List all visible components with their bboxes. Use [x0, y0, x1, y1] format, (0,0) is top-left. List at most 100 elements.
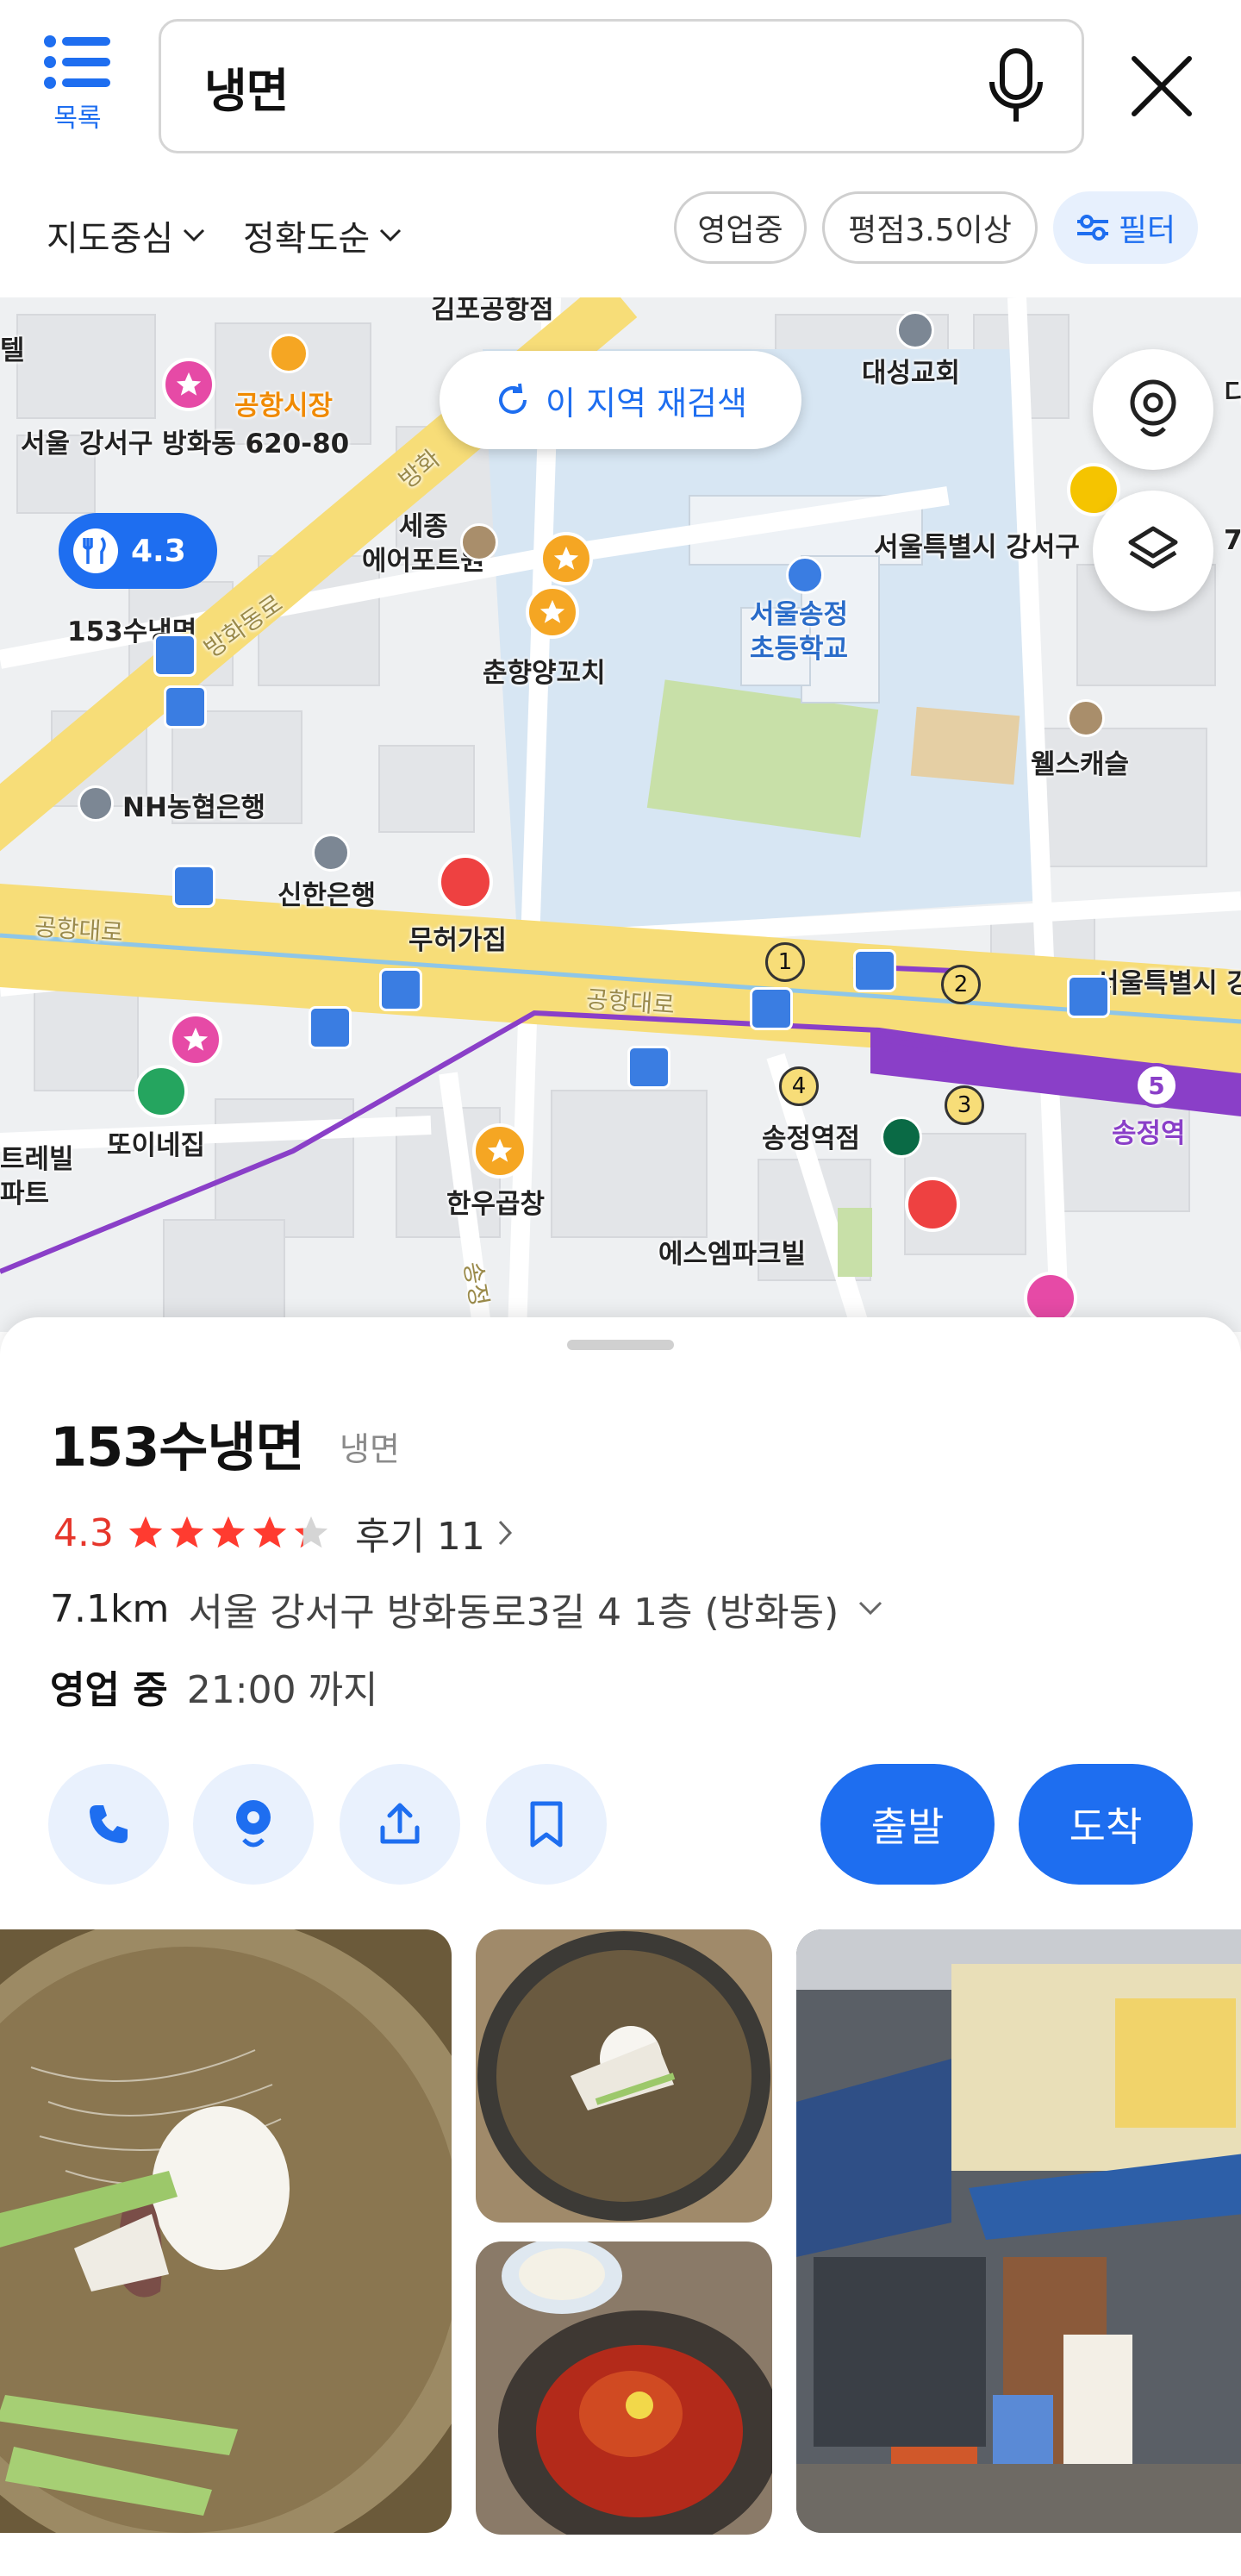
- open-status: 영업 중: [50, 1668, 168, 1712]
- map-center-dropdown[interactable]: 지도중심: [47, 210, 206, 260]
- chevron-down-icon: [184, 228, 205, 242]
- save-button[interactable]: [486, 1764, 607, 1885]
- star-icon: [487, 1138, 513, 1162]
- photo-bibim-naengmyeon[interactable]: [476, 2241, 772, 2535]
- map-label-songjeong-school[interactable]: 서울송정 초등학교: [750, 597, 848, 667]
- filter-row: 지도중심 정확도순 영업중 평점3.5이상 필터: [0, 191, 1241, 281]
- building-icon[interactable]: [460, 523, 498, 561]
- map-view[interactable]: 텔 김포공항점 공항시장 서울 강서구 방화동 620-80 방화 방화동로 1…: [0, 297, 1241, 1332]
- map-label-edge-7: 7: [1224, 525, 1241, 556]
- bus-stop-icon[interactable]: [853, 949, 896, 992]
- star-pin[interactable]: [539, 532, 593, 585]
- reviews-link[interactable]: 후기 11: [355, 1505, 485, 1560]
- rating-chip-label: 평점3.5이상: [848, 213, 1012, 248]
- map-label-nh-bank[interactable]: NH농협은행: [122, 785, 265, 824]
- search-input[interactable]: 냉면: [159, 19, 1084, 153]
- map-label-airport-market[interactable]: 공항시장: [234, 384, 333, 422]
- eye-pin[interactable]: [905, 1177, 960, 1232]
- favorite-star-pin[interactable]: [169, 1013, 222, 1066]
- bus-stop-icon[interactable]: [309, 1006, 352, 1049]
- school-icon[interactable]: [786, 556, 824, 594]
- map-label-airport-road-mid: 공항대로: [584, 985, 676, 1020]
- map-label-terrace: 트레빌 파트: [0, 1144, 74, 1210]
- accuracy-sort-dropdown[interactable]: 정확도순: [243, 210, 402, 260]
- map-label-daesung-church[interactable]: 대성교회: [862, 351, 960, 390]
- map-label-chunhyang[interactable]: 춘향양꼬치: [483, 651, 606, 690]
- star-icon: [128, 1516, 163, 1548]
- bus-stop-icon[interactable]: [172, 865, 215, 908]
- building-icon[interactable]: [1067, 699, 1105, 737]
- sheet-drag-handle[interactable]: [567, 1340, 674, 1350]
- bus-stop-icon[interactable]: [750, 987, 793, 1030]
- bank-icon[interactable]: [78, 785, 114, 822]
- star-icon: [294, 1516, 328, 1548]
- place-category: 냉면: [340, 1430, 400, 1468]
- favorite-star-pin[interactable]: [162, 358, 215, 411]
- filter-chip[interactable]: 필터: [1053, 191, 1198, 264]
- map-label-edge-left: 텔: [0, 335, 25, 366]
- photo-storefront[interactable]: [796, 1929, 1241, 2533]
- arrive-button[interactable]: 도착: [1019, 1764, 1193, 1885]
- rating-chip[interactable]: 평점3.5이상: [822, 191, 1038, 264]
- map-label-gimpo-store: 김포공항점: [431, 297, 554, 325]
- map-location-button[interactable]: [193, 1764, 314, 1885]
- star-icon: [183, 1027, 209, 1051]
- thumbs-up-pin[interactable]: [438, 854, 493, 910]
- market-icon[interactable]: [269, 334, 309, 373]
- location-button[interactable]: [1093, 349, 1213, 470]
- filter-chip-label: 필터: [1118, 213, 1176, 248]
- subway-exit-1[interactable]: 1: [765, 942, 805, 982]
- bus-stop-icon[interactable]: [164, 685, 207, 728]
- photo-naengmyeon-2[interactable]: [476, 1929, 772, 2223]
- list-menu-label: 목록: [53, 103, 102, 134]
- photo-main[interactable]: [0, 1929, 452, 2533]
- map-label-songjeong-station[interactable]: 송정역: [1112, 1111, 1186, 1150]
- star-icon: [176, 372, 202, 396]
- line5-marker[interactable]: 5: [1134, 1063, 1179, 1108]
- address: 서울 강서구 방화동로3길 4 1층 (방화동): [188, 1591, 839, 1635]
- reviews-count: 후기 11: [354, 1515, 485, 1559]
- open-now-chip[interactable]: 영업중: [674, 191, 807, 264]
- bookmark-icon: [530, 1801, 563, 1848]
- subway-exit-2[interactable]: 2: [941, 965, 981, 1004]
- map-search-screen: 목록 냉면 지도중심 정확도순 영업중 평점3.5이상 필터 텔 김포공항점 공…: [0, 0, 1241, 2576]
- pin-rating: 4.3: [131, 533, 186, 569]
- map-label-ttoine[interactable]: 또이네집: [107, 1123, 205, 1162]
- map-label-muheo[interactable]: 무허가집: [408, 918, 507, 957]
- close-icon[interactable]: [1129, 53, 1194, 119]
- map-label-wells-castle[interactable]: 웰스캐슬: [1031, 742, 1129, 781]
- rescan-label: 이 지역 재검색: [546, 384, 747, 422]
- microphone-icon[interactable]: [985, 47, 1047, 127]
- map-layers-button[interactable]: [1093, 491, 1213, 611]
- bus-stop-icon[interactable]: [627, 1046, 670, 1089]
- map-label-hanwoo[interactable]: 한우곱창: [446, 1182, 545, 1221]
- location-pin-icon: [1130, 379, 1176, 437]
- church-icon[interactable]: [896, 311, 934, 349]
- coffee-icon[interactable]: [881, 1116, 922, 1158]
- map-label-songjeong-store[interactable]: 송정역점: [762, 1116, 860, 1155]
- subway-exit-4[interactable]: 4: [779, 1066, 819, 1106]
- address-row[interactable]: 7.1km 서울 강서구 방화동로3길 4 1층 (방화동): [50, 1581, 883, 1636]
- subway-exit-3[interactable]: 3: [945, 1085, 984, 1125]
- depart-button[interactable]: 출발: [820, 1764, 995, 1885]
- map-label-seoul-gangseo: 서울특별시 강서구: [874, 532, 1080, 563]
- open-now-label: 영업중: [697, 213, 783, 248]
- rescan-area-button[interactable]: 이 지역 재검색: [440, 351, 801, 449]
- star-rating: [126, 1513, 331, 1553]
- bus-stop-icon[interactable]: [1067, 975, 1110, 1018]
- call-button[interactable]: [48, 1764, 169, 1885]
- selected-place-pin[interactable]: 4.3: [59, 513, 217, 589]
- thumbs-up-pin[interactable]: [134, 1065, 188, 1118]
- filter-sliders-icon: [1076, 215, 1108, 241]
- map-label-shinhan-bank[interactable]: 신한은행: [278, 873, 376, 912]
- bank-icon[interactable]: [312, 834, 350, 872]
- bibim-naengmyeon-photo: [476, 2241, 772, 2535]
- list-menu-button[interactable]: 목록: [34, 34, 121, 155]
- place-name[interactable]: 153수냉면: [50, 1404, 305, 1481]
- share-button[interactable]: [340, 1764, 460, 1885]
- star-pin[interactable]: [472, 1123, 527, 1179]
- bus-stop-icon[interactable]: [379, 968, 422, 1011]
- map-label-address-620: 서울 강서구 방화동 620-80: [21, 428, 350, 460]
- bus-stop-icon[interactable]: [153, 634, 196, 677]
- star-pin[interactable]: [526, 585, 579, 639]
